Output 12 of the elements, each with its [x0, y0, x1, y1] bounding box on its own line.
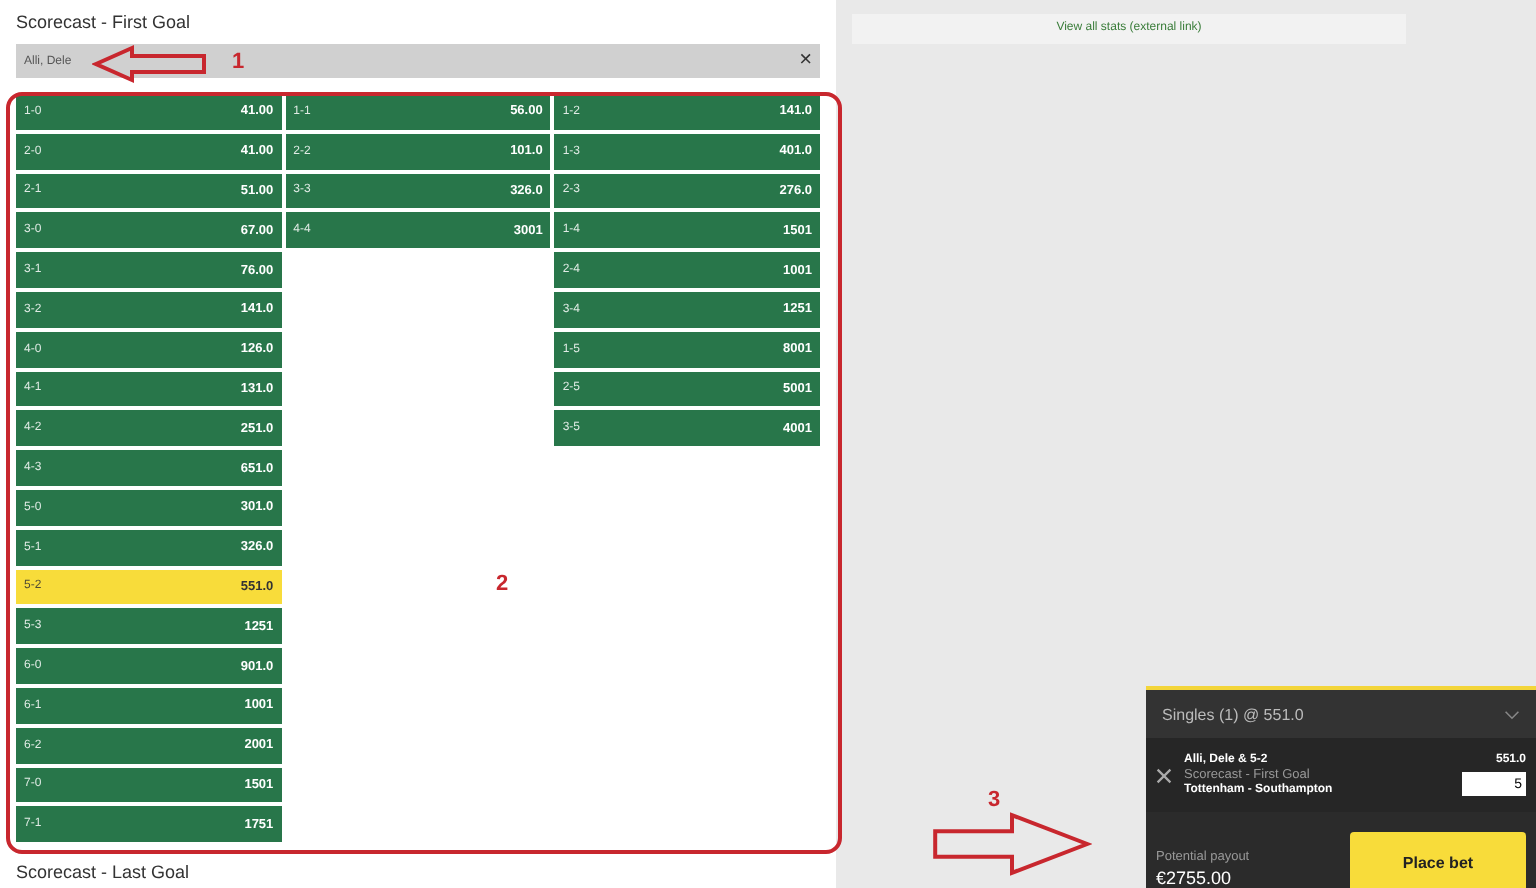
left-arrow-annotation — [92, 44, 212, 84]
market-title: Scorecast - First Goal — [16, 10, 193, 36]
market-title: Scorecast - Last Goal — [16, 860, 192, 887]
place-bet-button[interactable]: Place bet — [1350, 832, 1526, 888]
payout-amount: €2755.00 — [1156, 868, 1234, 888]
close-button[interactable]: × — [799, 50, 812, 72]
annotation-number: 2 — [496, 572, 509, 596]
bet-slip-header: Singles (1) @ 551.0 — [1162, 705, 1304, 723]
annotation-number: 3 — [988, 788, 1001, 812]
annotation-number: 1 — [232, 50, 245, 74]
close-icon[interactable] — [1156, 767, 1172, 783]
chevron-down-icon[interactable] — [1504, 709, 1520, 719]
